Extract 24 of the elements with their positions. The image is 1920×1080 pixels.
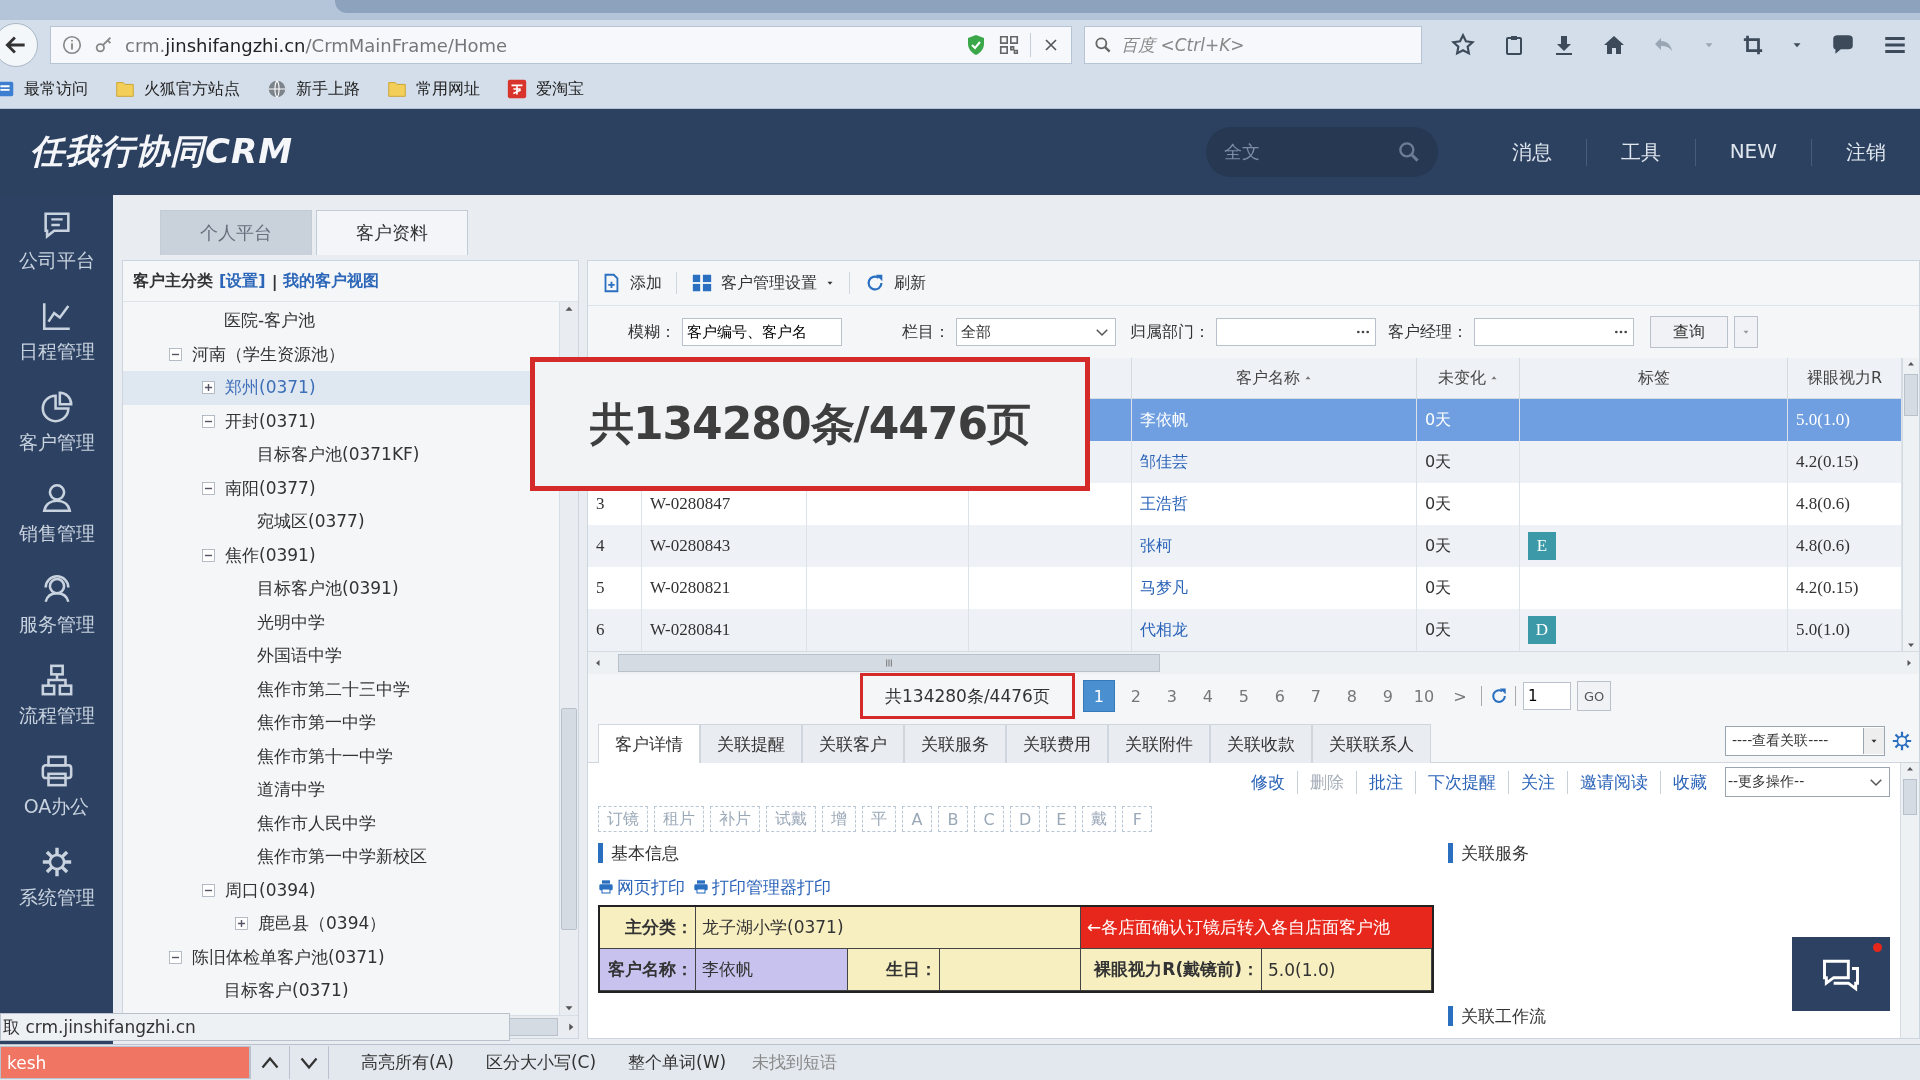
app-logo: 任我行协同CRM [30, 130, 293, 173]
find-status: 未找到短语 [751, 1051, 838, 1074]
form-label: 主分类： [600, 907, 696, 949]
panel-title: 客户主分类 [133, 270, 213, 292]
field-label: 栏目： [902, 321, 950, 343]
form-value: 5.0(1.0) [1262, 949, 1432, 991]
section-title: 关联工作流 [1448, 1000, 1900, 1032]
form-label: 客户名称： [600, 949, 696, 991]
separator: | [271, 271, 278, 291]
field-label: 模糊： [628, 321, 676, 343]
record-count: 共134280条/4476页 [860, 673, 1075, 719]
notice-text: ←各店面确认订镜后转入各自店面客户池 [1081, 907, 1432, 949]
section-title: 基本信息 [598, 837, 1448, 869]
form-value: 龙子湖小学(0371) [696, 907, 1081, 949]
form-label: 裸眼视力R(戴镜前)： [1081, 949, 1262, 991]
form-label: 生日： [848, 949, 940, 991]
section-title: 关联服务 [1448, 837, 1900, 869]
url-text: crm.jinshifangzhi.cn/CrmMainFrame/Home [125, 34, 509, 56]
status-text: 取 crm.jinshifangzhi.cn [3, 1015, 196, 1039]
form-value: 李依帆 [696, 949, 848, 991]
field-label: 客户经理： [1388, 321, 1468, 343]
field-label: 归属部门： [1130, 321, 1210, 343]
tag-badge: E [1528, 532, 1556, 560]
tag-badge: D [1528, 616, 1556, 644]
